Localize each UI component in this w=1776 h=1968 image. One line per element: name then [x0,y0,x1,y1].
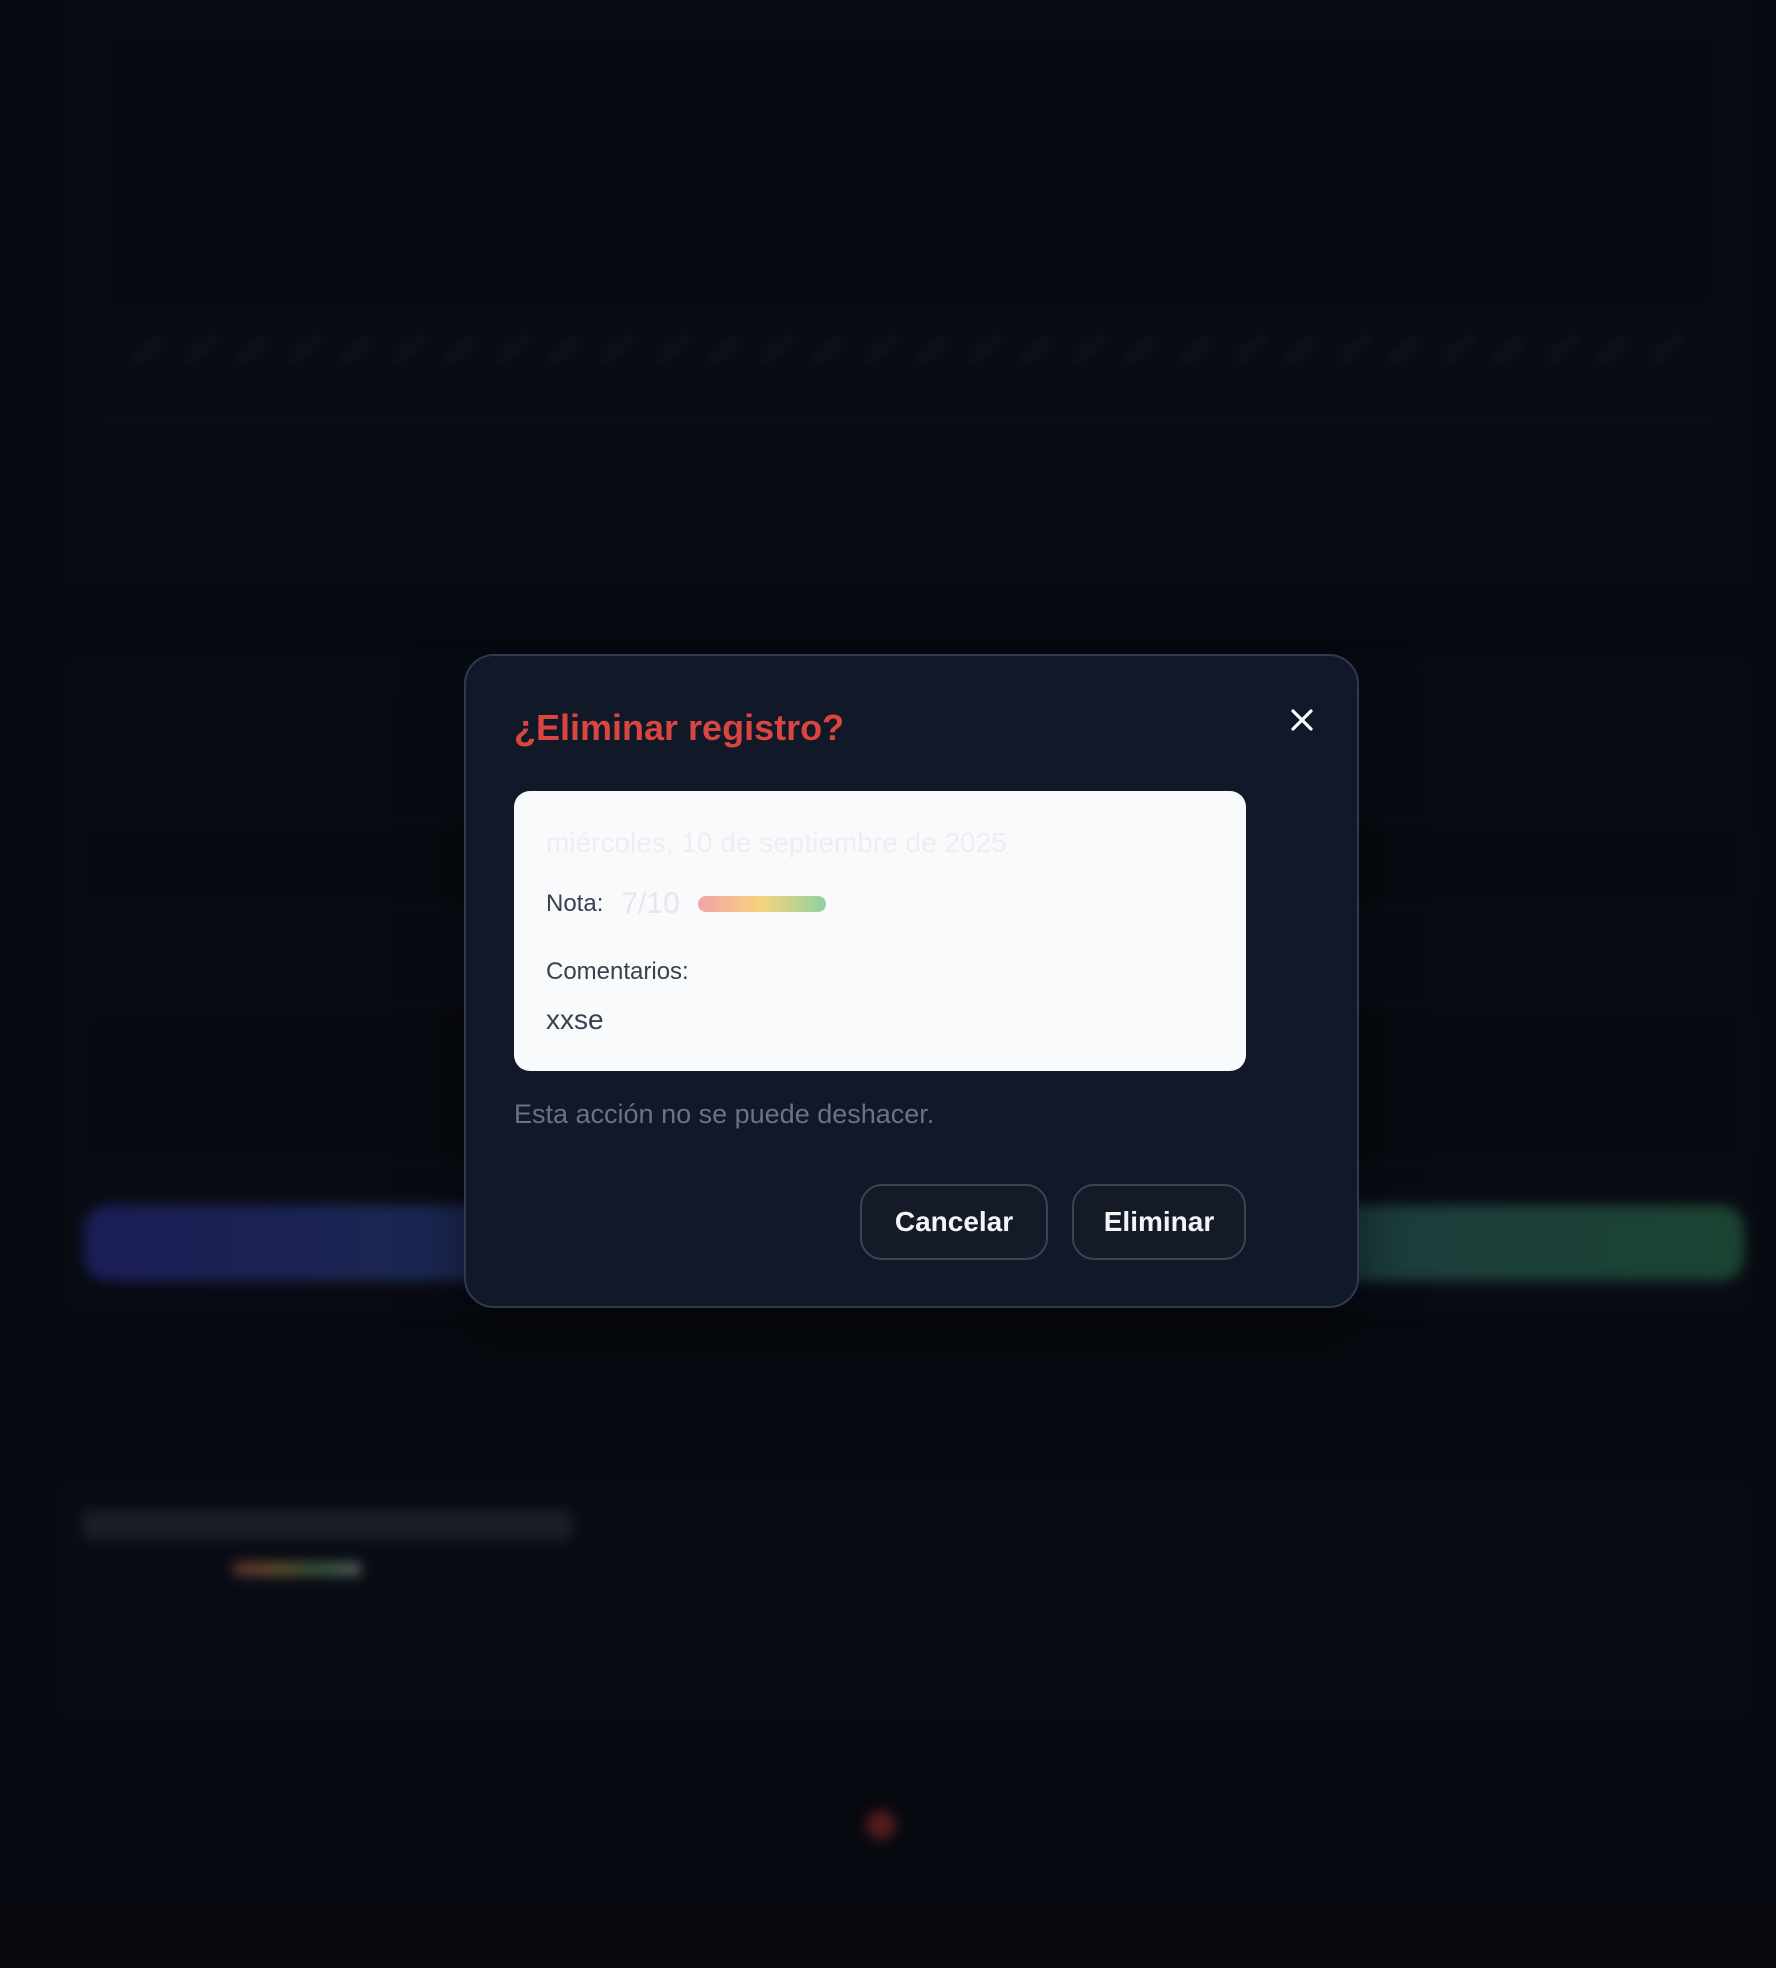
record-date: miércoles, 10 de septiembre de 2025 [546,827,1007,858]
comments-label: Comentarios: [546,958,689,985]
close-icon [1278,696,1326,744]
score-label: Nota: [546,890,604,917]
comments-value: xxse [546,1004,604,1035]
cancel-button[interactable]: Cancelar [860,1184,1048,1260]
dialog-title: ¿Eliminar registro? [514,707,845,748]
delete-confirm-dialog: ¿Eliminar registro? miércoles, 10 de sep… [464,654,1359,1308]
score-gradient-bar [697,896,826,912]
delete-button[interactable]: Eliminar [1072,1184,1246,1260]
irreversible-warning: Esta acción no se puede deshacer. [514,1099,935,1129]
record-summary: miércoles, 10 de septiembre de 2025 Nota… [514,791,1246,1071]
score-value: 7/10 [621,887,680,920]
score-row: Nota: 7/10 [546,887,826,921]
close-button[interactable] [1278,696,1326,744]
